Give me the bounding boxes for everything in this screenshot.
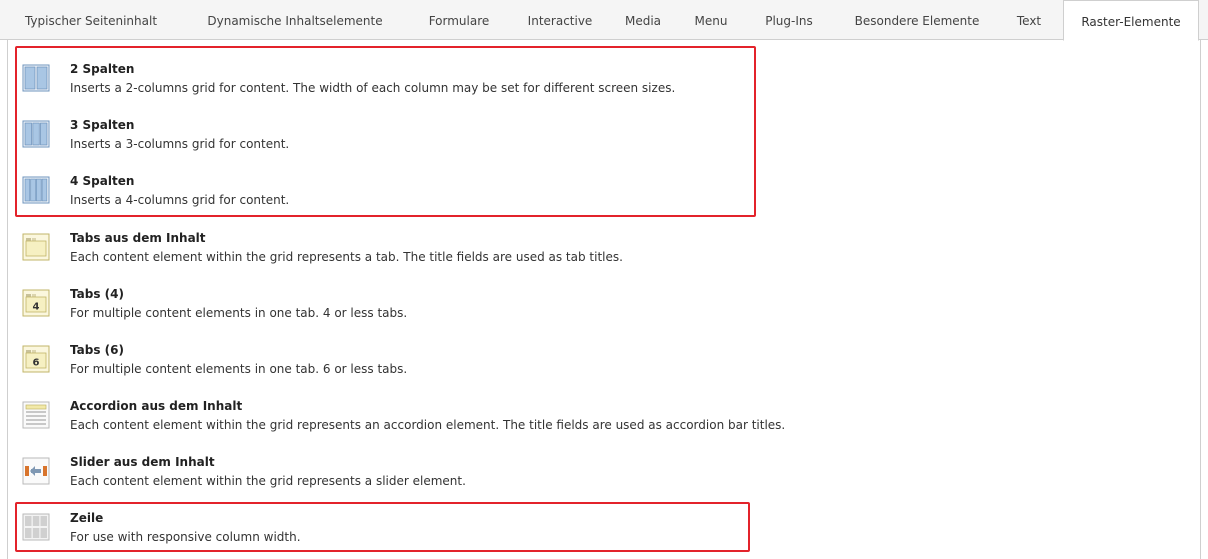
tab-plug-ins[interactable]: Plug-Ins	[753, 0, 825, 40]
slider-icon	[22, 457, 50, 485]
element-tabs-4[interactable]: 4 Tabs (4) For multiple content elements…	[22, 287, 1122, 337]
element-4-spalten[interactable]: 4 Spalten Inserts a 4-columns grid for c…	[22, 174, 1122, 224]
tab-typischer-seiteninhalt[interactable]: Typischer Seiteninhalt	[11, 0, 171, 40]
tab-menu[interactable]: Menu	[685, 0, 737, 40]
content-type-tabbar: Typischer Seiteninhalt Dynamische Inhalt…	[0, 0, 1208, 41]
tab-folder-icon	[22, 233, 50, 261]
two-columns-icon	[22, 64, 50, 92]
element-title: Accordion aus dem Inhalt	[70, 399, 243, 413]
element-title: Zeile	[70, 511, 104, 525]
tab-raster-elemente[interactable]: Raster-Elemente	[1063, 0, 1199, 41]
element-description: Each content element within the grid rep…	[70, 418, 786, 432]
element-zeile[interactable]: Zeile For use with responsive column wid…	[22, 511, 1122, 559]
tab-besondere-elemente[interactable]: Besondere Elemente	[838, 0, 996, 40]
tab-text[interactable]: Text	[1008, 0, 1050, 40]
element-3-spalten[interactable]: 3 Spalten Inserts a 3-columns grid for c…	[22, 118, 1122, 168]
element-tabs-6[interactable]: 6 Tabs (6) For multiple content elements…	[22, 343, 1122, 393]
element-slider-aus-dem-inhalt[interactable]: Slider aus dem Inhalt Each content eleme…	[22, 455, 1122, 505]
element-title: Slider aus dem Inhalt	[70, 455, 215, 469]
element-description: Each content element within the grid rep…	[70, 250, 623, 264]
row-grid-icon	[22, 513, 50, 541]
element-description: Inserts a 3-columns grid for content.	[70, 137, 290, 151]
tab-dynamische-inhaltselemente[interactable]: Dynamische Inhaltselemente	[190, 0, 400, 40]
element-title: 3 Spalten	[70, 118, 135, 132]
tab-interactive[interactable]: Interactive	[515, 0, 605, 40]
element-title: 2 Spalten	[70, 62, 135, 76]
element-description: Each content element within the grid rep…	[70, 474, 466, 488]
svg-text:6: 6	[33, 358, 40, 369]
element-title: Tabs aus dem Inhalt	[70, 231, 206, 245]
tab-media[interactable]: Media	[617, 0, 669, 40]
tabs-six-icon: 6	[22, 345, 50, 373]
three-columns-icon	[22, 120, 50, 148]
element-2-spalten[interactable]: 2 Spalten Inserts a 2-columns grid for c…	[22, 62, 1122, 112]
element-description: For multiple content elements in one tab…	[70, 362, 408, 376]
element-title: Tabs (4)	[70, 287, 124, 301]
svg-text:4: 4	[33, 302, 40, 313]
element-description: Inserts a 2-columns grid for content. Th…	[70, 81, 676, 95]
four-columns-icon	[22, 176, 50, 204]
element-accordion-aus-dem-inhalt[interactable]: Accordion aus dem Inhalt Each content el…	[22, 399, 1122, 449]
element-description: For multiple content elements in one tab…	[70, 306, 408, 320]
element-title: Tabs (6)	[70, 343, 124, 357]
tabs-four-icon: 4	[22, 289, 50, 317]
element-title: 4 Spalten	[70, 174, 135, 188]
element-description: Inserts a 4-columns grid for content.	[70, 193, 290, 207]
element-tabs-aus-dem-inhalt[interactable]: Tabs aus dem Inhalt Each content element…	[22, 231, 1122, 281]
accordion-icon	[22, 401, 50, 429]
element-description: For use with responsive column width.	[70, 530, 301, 544]
tab-formulare[interactable]: Formulare	[418, 0, 500, 40]
